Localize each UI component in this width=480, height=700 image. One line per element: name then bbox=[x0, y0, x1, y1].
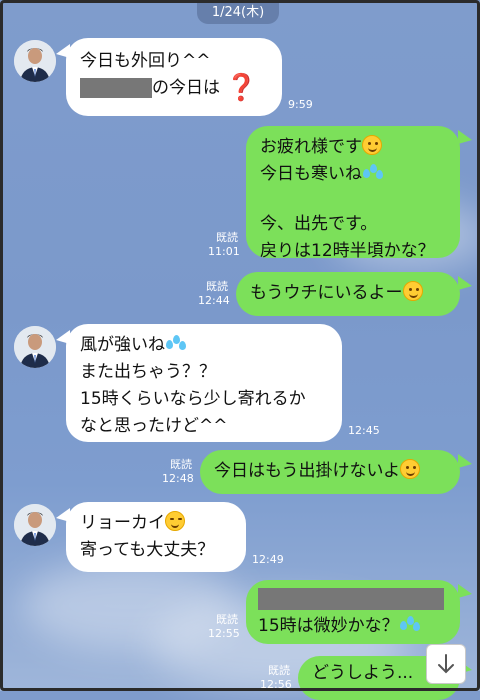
message-bubble-received[interactable]: 今日も外回り^^ の今日は ❓ bbox=[66, 38, 282, 116]
message-meta: 既読 12:55 bbox=[208, 613, 240, 641]
message-time: 11:01 bbox=[208, 245, 240, 258]
message-time: 12:49 bbox=[252, 553, 284, 566]
read-receipt: 既読 bbox=[268, 664, 290, 677]
redacted-text bbox=[258, 588, 444, 610]
arrow-down-icon bbox=[438, 654, 454, 674]
sweat-droplets-icon bbox=[399, 616, 421, 634]
message-bubble-sent[interactable]: もうウチにいるよー bbox=[236, 272, 460, 316]
message-text-line: 今日はもう出掛けないよ bbox=[214, 458, 446, 485]
message-bubble-sent[interactable]: 15時は微妙かな？ bbox=[246, 580, 460, 644]
smiling-face-icon bbox=[362, 135, 382, 155]
message-text-line bbox=[258, 586, 448, 610]
read-receipt: 既読 bbox=[216, 231, 238, 244]
red-question-mark-icon: ❓ bbox=[225, 73, 258, 103]
read-receipt: 既読 bbox=[206, 280, 228, 293]
message-text: 15時くらいなら少し寄れるか bbox=[80, 389, 306, 409]
bubble-tail bbox=[458, 130, 472, 144]
read-receipt: 既読 bbox=[216, 613, 238, 626]
message-time: 12:55 bbox=[208, 627, 240, 640]
message-text: また出ちゃう？？ bbox=[80, 362, 216, 382]
smiling-face-icon bbox=[400, 459, 421, 479]
avatar[interactable] bbox=[14, 504, 56, 546]
message-text-line: 今日も寒いね bbox=[260, 161, 446, 188]
message-time: 12:45 bbox=[348, 424, 380, 437]
bubble-tail bbox=[458, 454, 472, 468]
message-bubble-received[interactable]: リョーカイ 寄っても大丈夫？ bbox=[66, 502, 246, 572]
sweat-droplets-icon bbox=[165, 335, 187, 353]
message-text: 寄っても大丈夫？ bbox=[80, 540, 215, 560]
message-meta: 既読 12:56 bbox=[260, 664, 292, 692]
date-separator: 1/24(木) bbox=[197, 2, 279, 24]
scroll-to-bottom-button[interactable] bbox=[426, 644, 466, 684]
message-text: 戻りは12時半頃かな？ bbox=[260, 241, 435, 261]
winking-face-icon bbox=[165, 511, 185, 531]
message-meta: 既読 12:48 bbox=[162, 458, 194, 486]
bubble-tail bbox=[458, 276, 472, 290]
avatar[interactable] bbox=[14, 326, 56, 368]
message-time: 12:44 bbox=[198, 294, 230, 307]
read-receipt: 既読 bbox=[170, 458, 192, 471]
avatar[interactable] bbox=[14, 40, 56, 82]
message-text-line: 風が強いね bbox=[80, 332, 328, 359]
bubble-tail bbox=[458, 584, 472, 598]
message-meta: 既読 11:01 bbox=[208, 231, 240, 259]
message-time: 9:59 bbox=[288, 98, 313, 111]
message-text-line: お疲れ様です bbox=[260, 134, 446, 161]
message-text: 今、出先です。 bbox=[260, 214, 378, 234]
message-bubble-sent[interactable]: 今日はもう出掛けないよ bbox=[200, 450, 460, 494]
message-bubble-received[interactable]: 風が強いね また出ちゃう？？ 15時くらいなら少し寄れるか なと思ったけど^^ bbox=[66, 324, 342, 442]
message-text: なと思ったけど^^ bbox=[80, 416, 228, 436]
smiling-face-icon bbox=[402, 281, 423, 301]
message-time: 12:56 bbox=[260, 678, 292, 691]
redacted-text bbox=[80, 78, 152, 98]
message-bubble-sent[interactable]: お疲れ様です 今日も寒いね 今、出先です。 戻りは12時半頃かな？ bbox=[246, 126, 460, 261]
sweat-droplets-icon bbox=[362, 164, 384, 182]
message-text-line: の今日は ❓ bbox=[80, 75, 268, 102]
message-text-line: もうウチにいるよー bbox=[250, 280, 446, 307]
message-text-line: リョーカイ bbox=[80, 510, 232, 537]
message-text: 今日も外回り^^ bbox=[80, 51, 211, 71]
message-text-line: 15時は微妙かな？ bbox=[258, 613, 448, 640]
message-time: 12:48 bbox=[162, 472, 194, 485]
message-meta: 既読 12:44 bbox=[198, 280, 230, 308]
